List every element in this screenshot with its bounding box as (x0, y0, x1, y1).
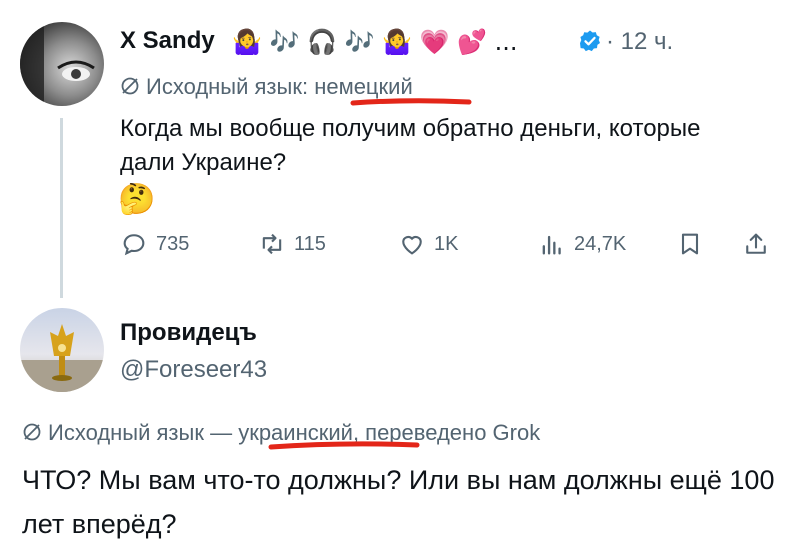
like-count: 1K (434, 232, 459, 255)
thinking-face-icon: 🤔 (118, 183, 156, 216)
source-language-value: немецкий (314, 74, 413, 99)
reply-icon (123, 234, 145, 256)
repost-icon (262, 233, 282, 255)
views-button[interactable]: 24,7K (538, 230, 626, 258)
translate-icon (23, 423, 41, 441)
verified-icon (580, 30, 600, 52)
reply-button[interactable]: 735 (120, 230, 189, 258)
views-icon (542, 235, 561, 255)
tweet-time[interactable]: · 12 ч. (606, 28, 673, 56)
underline-annotation (268, 441, 420, 450)
author-name-emojis: 🤷‍♀️ 🎶 🎧 🎶 🤷‍♀️ 💗 💕 ... (232, 28, 518, 56)
avatar[interactable] (20, 22, 104, 106)
author-handle[interactable]: @Foreseer43 (120, 356, 267, 384)
like-icon (402, 235, 422, 255)
share-button[interactable] (742, 230, 778, 258)
author-name[interactable]: X Sandy (120, 27, 215, 55)
bookmark-button[interactable] (676, 230, 712, 258)
tweet-text: Когда мы вообще получим обратно деньги, … (120, 115, 701, 176)
thread-line (60, 118, 63, 298)
like-button[interactable]: 1K (398, 230, 458, 258)
repost-button[interactable]: 115 (258, 230, 326, 258)
source-language-prefix: Исходный язык — (48, 420, 239, 445)
reply-count: 735 (156, 232, 190, 255)
tweet-actions: 735 115 1K 24,7K (120, 230, 780, 262)
views-count: 24,7K (574, 232, 627, 255)
avatar-photo (20, 324, 104, 392)
translate-icon (121, 77, 139, 95)
tweet-text: ЧТО? Мы вам что-то должны? Или вы нам до… (22, 465, 775, 539)
avatar-photo (20, 22, 95, 106)
avatar[interactable] (20, 308, 104, 392)
bookmark-icon (681, 233, 699, 255)
author-name[interactable]: Провидецъ (120, 319, 257, 347)
source-language-prefix: Исходный язык: (146, 74, 315, 99)
underline-annotation (350, 98, 472, 106)
repost-count: 115 (294, 232, 326, 255)
share-icon (746, 233, 766, 254)
